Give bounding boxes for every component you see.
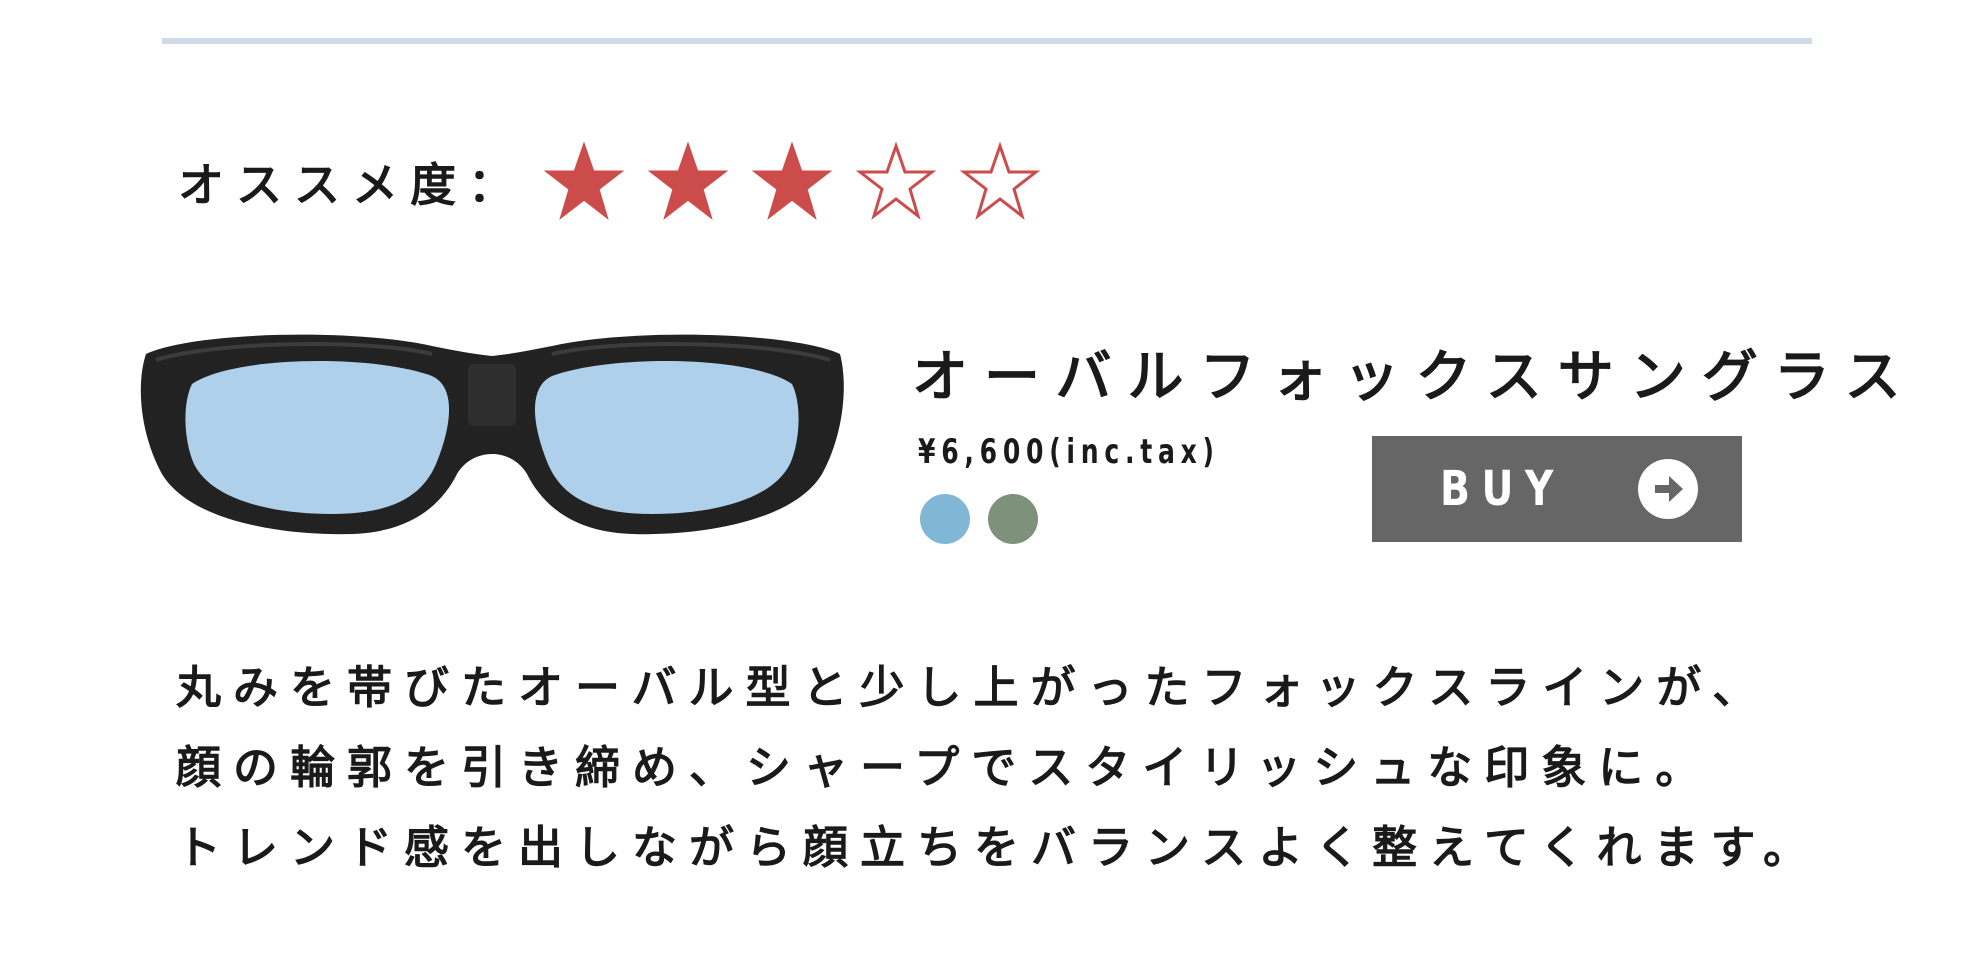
description-line: 丸みを帯びたオーバル型と少し上がったフォックスラインが、 [176, 661, 1770, 714]
color-swatches [920, 494, 1038, 544]
arrow-right-circle-icon [1638, 459, 1698, 519]
description-line: トレンド感を出しながら顔立ちをバランスよく整えてくれます。 [176, 821, 1821, 874]
buy-button-label: BUY [1440, 461, 1565, 517]
star-filled-icon [752, 142, 832, 222]
buy-button[interactable]: BUY [1372, 436, 1742, 542]
recommendation-rating: オススメ度： [178, 138, 1040, 226]
star-empty-icon [960, 142, 1040, 222]
star-filled-icon [544, 142, 624, 222]
rating-label: オススメ度： [178, 158, 526, 212]
top-divider [162, 38, 1812, 44]
star-filled-icon [648, 142, 728, 222]
color-swatch-light-blue[interactable] [920, 494, 970, 544]
color-swatch-green[interactable] [988, 494, 1038, 544]
product-price: ¥6,600(inc.tax) [918, 432, 1220, 472]
product-image [132, 324, 852, 544]
oval-sunglasses-image [140, 334, 844, 535]
star-empty-icon [856, 142, 936, 222]
rating-stars [544, 142, 1040, 222]
product-name: オーバルフォックスサングラス [912, 345, 1917, 410]
description-line: 顔の輪郭を引き締め、シャープでスタイリッシュな印象に。 [176, 741, 1713, 794]
product-description: 丸みを帯びたオーバル型と少し上がったフォックスラインが、 顔の輪郭を引き締め、シ… [176, 648, 1876, 888]
